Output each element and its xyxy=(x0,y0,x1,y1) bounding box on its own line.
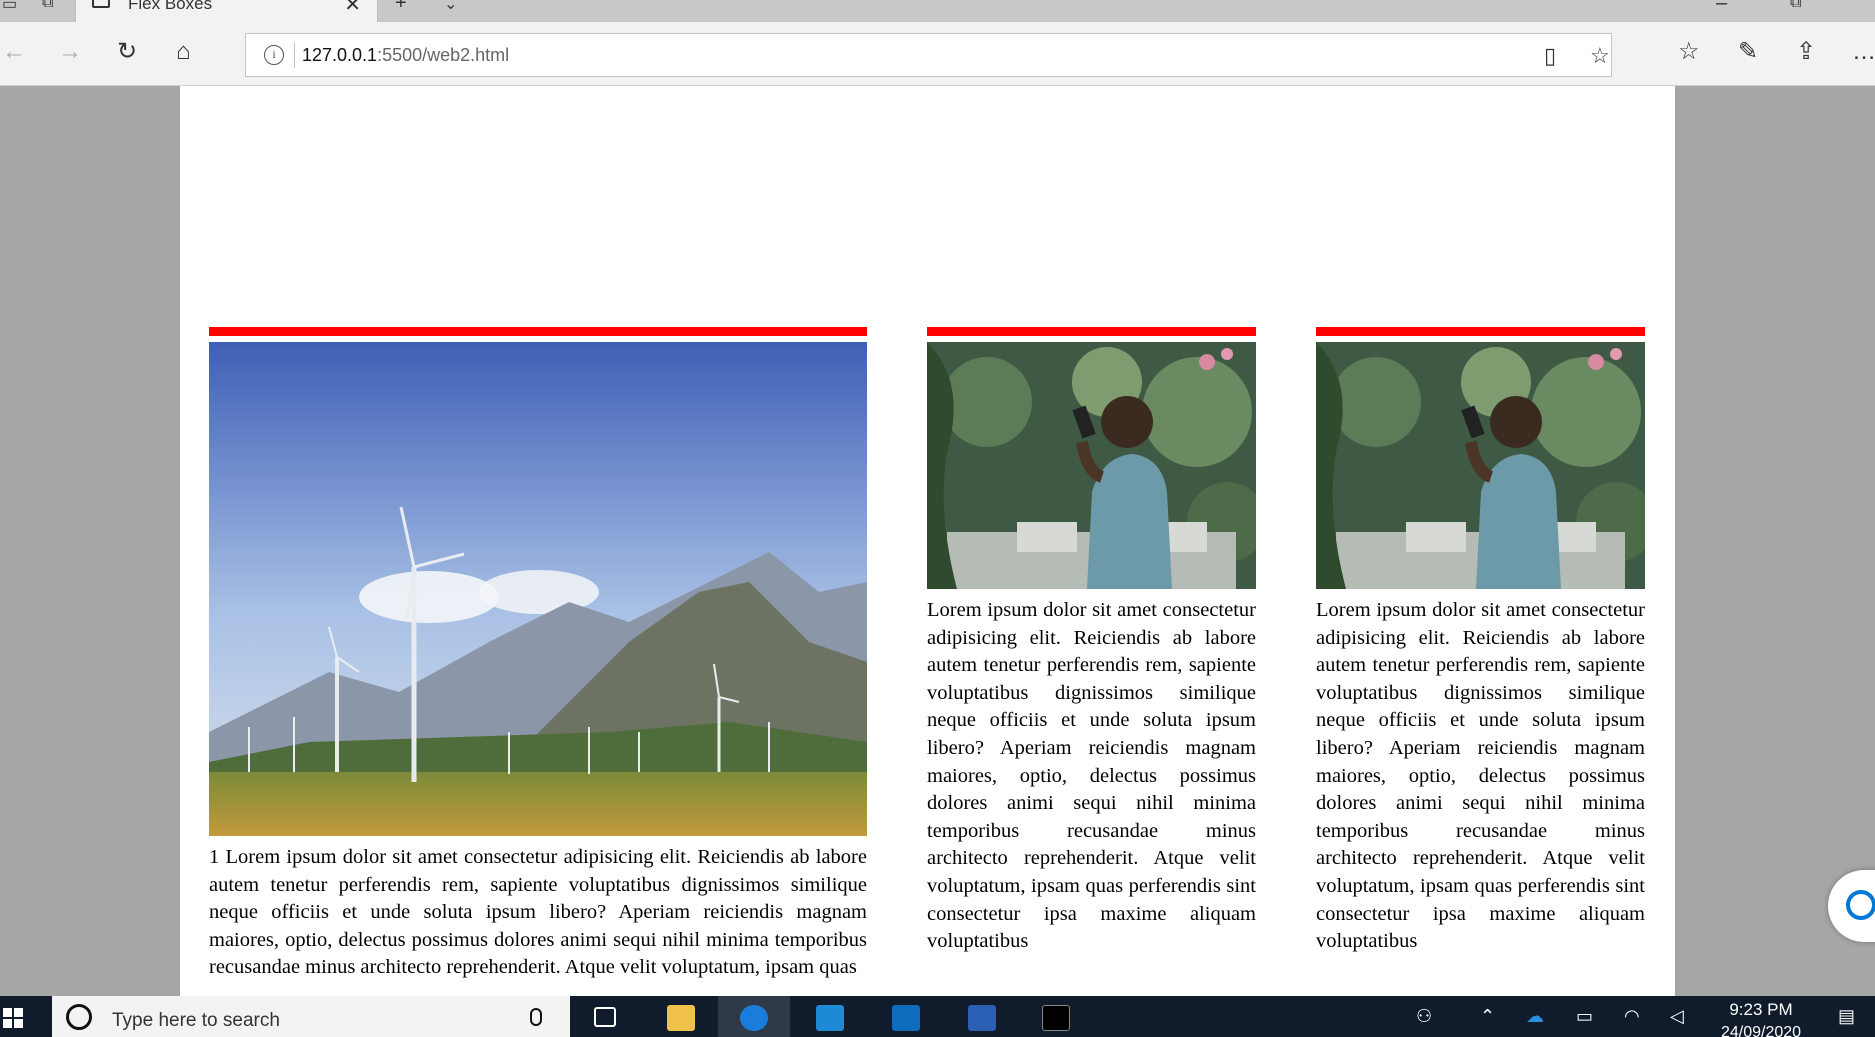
close-tab-icon[interactable]: ✕ xyxy=(344,0,361,17)
card-1: 1 Lorem ipsum dolor sit amet consectetur… xyxy=(209,327,867,982)
card-text: 1 Lorem ipsum dolor sit amet consectetur… xyxy=(209,846,867,979)
card-accent-bar xyxy=(209,327,867,336)
taskbar-search[interactable]: Type here to search xyxy=(52,996,570,1037)
pen-icon[interactable]: ✎ xyxy=(1738,40,1758,64)
tab-strip: ▭ ⧉ Flex Boxes ✕ + ⌄ – ⧉ xyxy=(0,0,1875,22)
search-placeholder: Type here to search xyxy=(112,1010,280,1031)
reading-view-icon[interactable]: ▯ xyxy=(1544,43,1556,69)
clock-date[interactable]: 24/09/2020 xyxy=(1716,1024,1806,1037)
task-view-button[interactable] xyxy=(570,996,642,1037)
tab-title: Flex Boxes xyxy=(128,0,213,13)
taskbar: Type here to search ⚇ ⌃ ☁ ▭ ◠ ◁ 9:23 PM … xyxy=(0,996,1875,1037)
vscode-icon xyxy=(816,1005,844,1031)
clock-time[interactable]: 9:23 PM xyxy=(1716,1000,1806,1020)
favorite-star-icon[interactable]: ☆ xyxy=(1590,43,1610,69)
volume-icon[interactable]: ◁ xyxy=(1670,1006,1684,1027)
folder-icon xyxy=(667,1005,695,1031)
card-accent-bar xyxy=(1316,327,1645,336)
onedrive-icon[interactable]: ☁ xyxy=(1526,1006,1544,1027)
outlook-icon xyxy=(892,1005,920,1031)
chat-icon xyxy=(1846,890,1875,920)
info-icon[interactable]: i xyxy=(264,45,284,65)
battery-icon[interactable]: ▭ xyxy=(1576,1006,1593,1027)
address-separator xyxy=(294,42,295,68)
outlook-button[interactable] xyxy=(870,996,942,1037)
address-bar[interactable]: i 127.0.0.1:5500/web2.html ▯ ☆ xyxy=(245,33,1612,77)
wind-turbines-image xyxy=(209,342,867,836)
file-explorer-button[interactable] xyxy=(645,996,717,1037)
tab-actions-icon[interactable]: ▭ xyxy=(2,0,17,13)
assistant-button[interactable] xyxy=(1828,870,1875,942)
set-aside-tabs-icon[interactable]: ⧉ xyxy=(42,0,56,11)
card-accent-bar xyxy=(927,327,1256,336)
restore-icon[interactable]: ⧉ xyxy=(1790,0,1801,12)
start-button[interactable] xyxy=(0,996,48,1037)
terminal-button[interactable] xyxy=(1020,996,1092,1037)
card-2: Lorem ipsum dolor sit amet consectetur a… xyxy=(927,327,1256,956)
wifi-icon[interactable]: ◠ xyxy=(1624,1006,1640,1027)
more-icon[interactable]: … xyxy=(1852,40,1875,64)
cortana-icon xyxy=(66,1004,92,1030)
card-text: Lorem ipsum dolor sit amet consectetur a… xyxy=(927,599,1256,953)
page-icon xyxy=(92,0,110,8)
microphone-icon[interactable] xyxy=(530,1008,542,1026)
task-view-icon xyxy=(594,1007,616,1027)
edge-button[interactable] xyxy=(718,996,790,1037)
url-path: :5500/web2.html xyxy=(377,45,510,65)
url-text[interactable]: 127.0.0.1:5500/web2.html xyxy=(302,45,509,66)
page-viewport: 1 Lorem ipsum dolor sit amet consectetur… xyxy=(180,86,1675,996)
new-tab-icon[interactable]: + xyxy=(395,0,407,15)
edge-icon xyxy=(740,1005,768,1031)
home-icon[interactable]: ⌂ xyxy=(176,40,191,64)
card-3: Lorem ipsum dolor sit amet consectetur a… xyxy=(1316,327,1645,956)
man-on-phone-image xyxy=(927,342,1256,589)
notifications-icon[interactable]: ▤ xyxy=(1838,1006,1855,1027)
vscode-button[interactable] xyxy=(794,996,866,1037)
back-icon[interactable]: ← xyxy=(2,40,26,64)
chevron-up-icon[interactable]: ⌃ xyxy=(1480,1006,1495,1027)
word-icon xyxy=(968,1005,996,1031)
url-host: 127.0.0.1 xyxy=(302,45,378,65)
card-text: Lorem ipsum dolor sit amet consectetur a… xyxy=(1316,599,1645,953)
word-button[interactable] xyxy=(946,996,1018,1037)
share-icon[interactable]: ⇪ xyxy=(1796,40,1816,64)
terminal-icon xyxy=(1042,1005,1070,1031)
tab-flex-boxes[interactable]: Flex Boxes ✕ xyxy=(75,0,378,22)
man-on-phone-image xyxy=(1316,342,1645,589)
favorites-hub-icon[interactable]: ☆ xyxy=(1678,40,1700,64)
refresh-icon[interactable]: ↻ xyxy=(117,40,137,64)
nav-bar: ← → ↻ ⌂ i 127.0.0.1:5500/web2.html ▯ ☆ ☆… xyxy=(0,22,1875,86)
minimize-icon[interactable]: – xyxy=(1716,0,1727,15)
people-icon[interactable]: ⚇ xyxy=(1416,1006,1432,1027)
chevron-down-icon[interactable]: ⌄ xyxy=(444,0,457,14)
forward-icon[interactable]: → xyxy=(58,40,82,64)
